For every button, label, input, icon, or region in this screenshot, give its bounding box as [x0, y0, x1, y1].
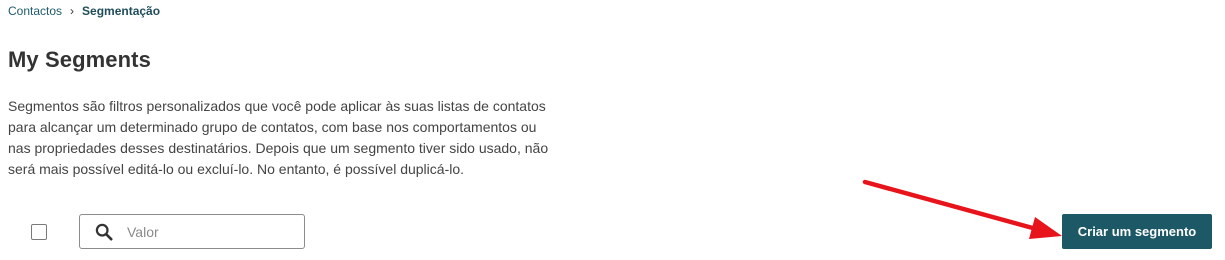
search-icon: [94, 222, 114, 242]
search-field[interactable]: [79, 214, 305, 249]
breadcrumb: Contactos › Segmentação: [8, 3, 160, 19]
red-arrow-annotation-icon: [862, 179, 1062, 239]
create-segment-button[interactable]: Criar um segmento: [1062, 214, 1212, 249]
breadcrumb-contactos-link[interactable]: Contactos: [8, 4, 62, 18]
page-description: Segmentos são filtros personalizados que…: [8, 98, 549, 177]
page-title: My Segments: [8, 47, 151, 72]
breadcrumb-separator-icon: ›: [70, 4, 75, 18]
select-all-checkbox[interactable]: [31, 224, 47, 240]
breadcrumb-current: Segmentação: [82, 4, 161, 18]
search-input[interactable]: [127, 223, 287, 240]
